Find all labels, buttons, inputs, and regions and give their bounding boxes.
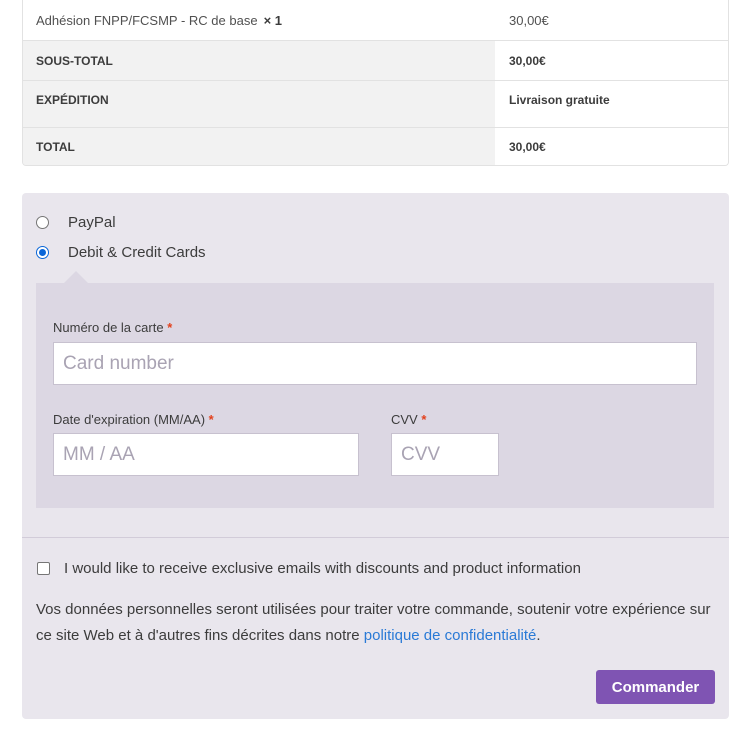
privacy-notice: Vos données personnelles seront utilisée… (36, 601, 711, 644)
payment-section: PayPal Debit & Credit Cards Numéro de la… (22, 193, 729, 719)
order-item-row: Adhésion FNPP/FCSMP - RC de base × 1 30,… (23, 0, 728, 41)
subtotal-row: SOUS-TOTAL 30,00€ (23, 41, 728, 81)
total-label: TOTAL (23, 128, 495, 165)
paypal-radio[interactable] (36, 216, 49, 229)
cvv-label: CVV * (391, 412, 427, 427)
required-marker: * (421, 412, 427, 427)
product-quantity: × 1 (263, 12, 283, 28)
shipping-value: Livraison gratuite (495, 81, 728, 127)
shipping-label: EXPÉDITION (23, 81, 495, 127)
cards-label[interactable]: Debit & Credit Cards (68, 244, 206, 261)
payment-method-paypal[interactable]: PayPal (36, 214, 116, 231)
product-price: 30,00€ (495, 0, 728, 40)
privacy-policy-link[interactable]: politique de confidentialité (364, 627, 537, 644)
payment-method-cards[interactable]: Debit & Credit Cards (36, 244, 206, 261)
section-divider (22, 537, 729, 538)
order-review-table: Adhésion FNPP/FCSMP - RC de base × 1 30,… (22, 0, 729, 166)
product-name: Adhésion FNPP/FCSMP - RC de base (36, 12, 258, 28)
cvv-input[interactable] (391, 433, 499, 476)
card-form-panel: Numéro de la carte * Date d'expiration (… (36, 271, 714, 508)
required-marker: * (208, 412, 214, 427)
expiry-input[interactable] (53, 433, 359, 476)
expiry-label: Date d'expiration (MM/AA) * (53, 412, 214, 427)
place-order-button[interactable]: Commander (596, 670, 715, 704)
subtotal-value: 30,00€ (495, 41, 728, 80)
required-marker: * (167, 320, 173, 335)
marketing-optin[interactable]: I would like to receive exclusive emails… (37, 560, 581, 577)
card-number-label: Numéro de la carte * (53, 320, 173, 335)
optin-checkbox[interactable] (37, 562, 50, 575)
paypal-label[interactable]: PayPal (68, 214, 116, 231)
optin-label[interactable]: I would like to receive exclusive emails… (64, 560, 581, 577)
total-row: TOTAL 30,00€ (23, 128, 728, 165)
card-number-input[interactable] (53, 342, 697, 385)
shipping-row: EXPÉDITION Livraison gratuite (23, 81, 728, 128)
total-value: 30,00€ (495, 128, 728, 165)
cards-radio[interactable] (36, 246, 49, 259)
subtotal-label: SOUS-TOTAL (23, 41, 495, 80)
